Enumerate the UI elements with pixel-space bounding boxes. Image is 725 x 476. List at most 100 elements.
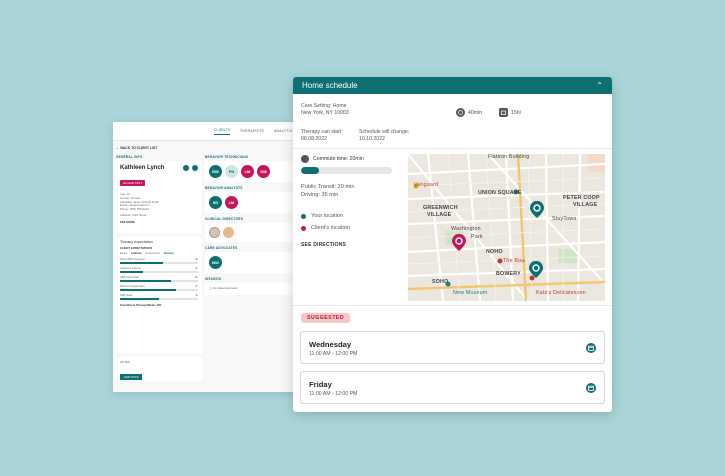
- panel-header: Home schedule ⌃: [293, 77, 612, 94]
- top-nav: CLIENTS THERAPISTS ANALYTICS: [113, 122, 305, 141]
- bar-fill: [120, 280, 171, 283]
- map-label-katz: Katz's Delicatessen: [536, 290, 586, 296]
- bar-label-text: ABA supervision: [120, 276, 139, 280]
- behavior-technicians-card: BW PN LM KM: [205, 161, 302, 182]
- therapy-filters: Direct Indirect Supervision Review: [120, 251, 198, 256]
- tab-clients[interactable]: CLIENTS: [213, 128, 231, 135]
- legend-your-location: Your location: [301, 213, 343, 219]
- schedule-info: Care Setting: Home New York, NY 10003 40…: [293, 94, 612, 149]
- therapy-bar-row: Caregiver training 2h: [120, 267, 198, 274]
- commute-progress-bar: [301, 167, 392, 174]
- filter-direct[interactable]: Direct: [120, 251, 127, 256]
- panel-title: Home schedule: [302, 81, 358, 90]
- commute-time: Commute time: 20min: [301, 155, 364, 163]
- filter-supervision[interactable]: Supervision: [145, 251, 160, 256]
- map-label-stuytown: StuyTown: [552, 216, 577, 222]
- notes-card: NOTES ADD NOTE: [116, 357, 202, 381]
- right-column: BEHAVIOR TECHNICIANS BW PN LM KM BEHAVIO…: [205, 155, 302, 299]
- avatar[interactable]: KM: [257, 165, 270, 178]
- duration-value: 40min: [468, 109, 483, 116]
- bar-fill: [120, 289, 177, 292]
- map-label-bowery-bar: The Bow: [503, 258, 526, 264]
- duration-chip: 40min: [456, 108, 482, 117]
- avatar[interactable]: PN: [225, 165, 238, 178]
- avatar[interactable]: LM: [225, 196, 238, 209]
- bar-fill: [120, 262, 163, 265]
- slot-card-wednesday[interactable]: Wednesday 11:00 AM - 12:00 PM: [300, 331, 605, 364]
- general-info-title: GENERAL INFO: [116, 155, 143, 159]
- bar-label: Direct ABA Treatment 4h: [120, 258, 198, 261]
- analyst-avatars: SD LM: [209, 196, 298, 209]
- behavior-analysts-card: SD LM: [205, 192, 302, 213]
- info-icon: ⓘ: [209, 286, 212, 290]
- avatar[interactable]: BW: [209, 165, 222, 178]
- clinical-directors-card: [205, 223, 302, 242]
- see-directions-link[interactable]: SEE DIRECTIONS: [301, 242, 346, 248]
- avatar[interactable]: LM: [241, 165, 254, 178]
- your-location-pin-icon[interactable]: [529, 200, 545, 219]
- bar-fill: [120, 298, 159, 301]
- bar-track: [120, 289, 198, 292]
- transit-info: Public Transit: 20 min Driving: 35 min: [301, 183, 354, 199]
- map[interactable]: Flatiron Building Vanguard UNION SQUARE …: [408, 154, 605, 301]
- collapse-chevron-icon[interactable]: ⌃: [596, 81, 603, 90]
- advocate-avatars: BW: [209, 256, 298, 269]
- map-label-soho: SOHO: [432, 279, 449, 285]
- tab-therapists[interactable]: THERAPISTS: [240, 129, 264, 133]
- edit-icon[interactable]: [183, 165, 189, 171]
- therapy-bar-row: Direct ABA Treatment 4h: [120, 258, 198, 265]
- map-label-village: VILLAGE: [427, 212, 452, 218]
- location-pin-icon[interactable]: [528, 260, 544, 279]
- referral-label: No intake/start team: [212, 286, 238, 290]
- tab-analytics[interactable]: ANALYTICS: [274, 129, 295, 133]
- therapy-start-date: 08.08.2022: [301, 135, 327, 142]
- suggested-badge: SUGGESTED: [301, 313, 351, 323]
- legend-client-label: Client's location: [311, 225, 351, 231]
- bar-label: ABA supervision 6h: [120, 276, 198, 279]
- filter-indirect[interactable]: Indirect: [131, 251, 141, 256]
- care-setting: Care Setting: Home New York, NY 10003: [301, 103, 349, 116]
- avatar[interactable]: SD: [209, 196, 222, 209]
- back-to-client-list-link[interactable]: ← BACK TO CLIENT LIST: [116, 146, 157, 150]
- map-label-greenwich: GREENWICH: [423, 205, 458, 211]
- care-setting-label: Care Setting: Home: [301, 103, 347, 109]
- schedule-change-label: Schedule will change:: [359, 129, 410, 135]
- bar-fill: [120, 271, 144, 274]
- avatar-photo[interactable]: [209, 227, 220, 238]
- calendar-icon[interactable]: [586, 343, 596, 353]
- see-more-link[interactable]: SEE MORE: [120, 220, 198, 225]
- map-label-washington: Washington: [451, 226, 481, 232]
- avatar[interactable]: BW: [209, 256, 222, 269]
- filter-review[interactable]: Review: [164, 251, 174, 256]
- behavior-analysts-title: BEHAVIOR ANALYSTS: [205, 186, 243, 190]
- map-label-peter-village: VILLAGE: [573, 202, 598, 208]
- message-icon[interactable]: [192, 165, 198, 171]
- bar-value: 4h: [195, 258, 198, 262]
- care-advocates-card: BW: [205, 252, 302, 273]
- bar-track: [120, 280, 198, 283]
- clinical-directors-title: CLINICAL DIRECTORS: [205, 217, 244, 221]
- bar-label: Reduced Supervision 7h: [120, 285, 198, 288]
- clock-icon: [456, 108, 465, 117]
- bar-track: [120, 298, 198, 301]
- therapy-start-label: Therapy can start:: [301, 129, 343, 135]
- client-location-pin-icon[interactable]: [451, 233, 467, 252]
- map-label-flatiron: Flatiron Building: [488, 154, 530, 160]
- slot-time: 11:00 AM - 12:00 PM: [309, 351, 358, 357]
- add-note-button[interactable]: ADD NOTE: [120, 373, 143, 380]
- avatar-photo[interactable]: [223, 227, 234, 238]
- calendar-icon[interactable]: [586, 383, 596, 393]
- bar-label-text: Caregiver training: [120, 267, 141, 271]
- therapy-bars: Direct ABA Treatment 4h Caregiver training…: [120, 258, 198, 301]
- slot-day: Friday: [309, 380, 332, 389]
- therapy-bar-row: Reduced Supervision 7h: [120, 285, 198, 292]
- driving: Driving: 35 min: [301, 192, 339, 198]
- bar-label: Staff notes 4h: [120, 294, 198, 297]
- bar-value: 7h: [195, 285, 198, 289]
- pink-dot-icon: [301, 225, 306, 231]
- slot-card-friday[interactable]: Friday 11:00 AM - 12:00 PM: [300, 371, 605, 404]
- slot-day: Wednesday: [309, 340, 352, 349]
- therapy-bar-row: ABA supervision 6h: [120, 276, 198, 283]
- bar-value: 6h: [195, 276, 198, 280]
- detail-line: Address: 1234 Street: [120, 212, 147, 217]
